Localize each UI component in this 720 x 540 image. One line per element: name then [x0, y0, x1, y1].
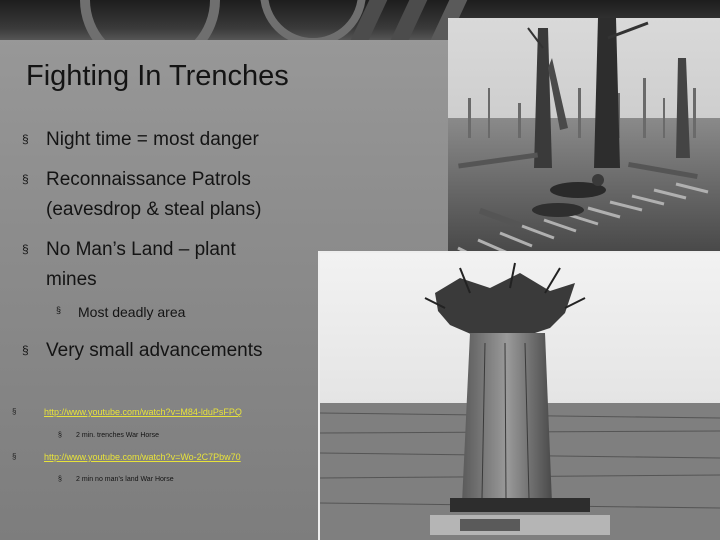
bullet-marker: § — [58, 476, 62, 483]
video-link-trenches[interactable]: http://www.youtube.com/watch?v=M84-lduPs… — [44, 407, 242, 417]
bullet-text: Most deadly area — [78, 304, 186, 320]
slide: Fighting In Trenches § Night time = most… — [0, 0, 720, 540]
bullet-text-continued: mines — [46, 269, 97, 290]
bullet-marker: § — [12, 452, 17, 461]
bullet-marker: § — [22, 242, 29, 256]
bullet-marker: § — [22, 172, 29, 186]
bullet-text-continued: (eavesdrop & steal plans) — [46, 199, 262, 220]
bullet-text: Reconnaissance Patrols — [46, 169, 251, 190]
video-link-no-mans-land[interactable]: http://www.youtube.com/watch?v=Wo-2C7Pbw… — [44, 452, 241, 462]
video-caption: 2 min no man’s land War Horse — [76, 476, 174, 483]
slide-title: Fighting In Trenches — [26, 60, 289, 92]
bullet-text: Night time = most danger — [46, 129, 259, 150]
bullet-marker: § — [22, 132, 29, 146]
bullet-text: No Man’s Land – plant — [46, 239, 236, 260]
tree-observation-post-photo — [318, 251, 720, 540]
bullet-marker: § — [58, 432, 62, 439]
bullet-marker: § — [12, 407, 17, 416]
video-caption: 2 min. trenches War Horse — [76, 432, 159, 439]
battlefield-duckboards-photo — [448, 18, 720, 278]
bullet-text: Very small advancements — [46, 340, 263, 361]
bullet-marker: § — [22, 343, 29, 357]
bullet-marker: § — [56, 305, 62, 315]
